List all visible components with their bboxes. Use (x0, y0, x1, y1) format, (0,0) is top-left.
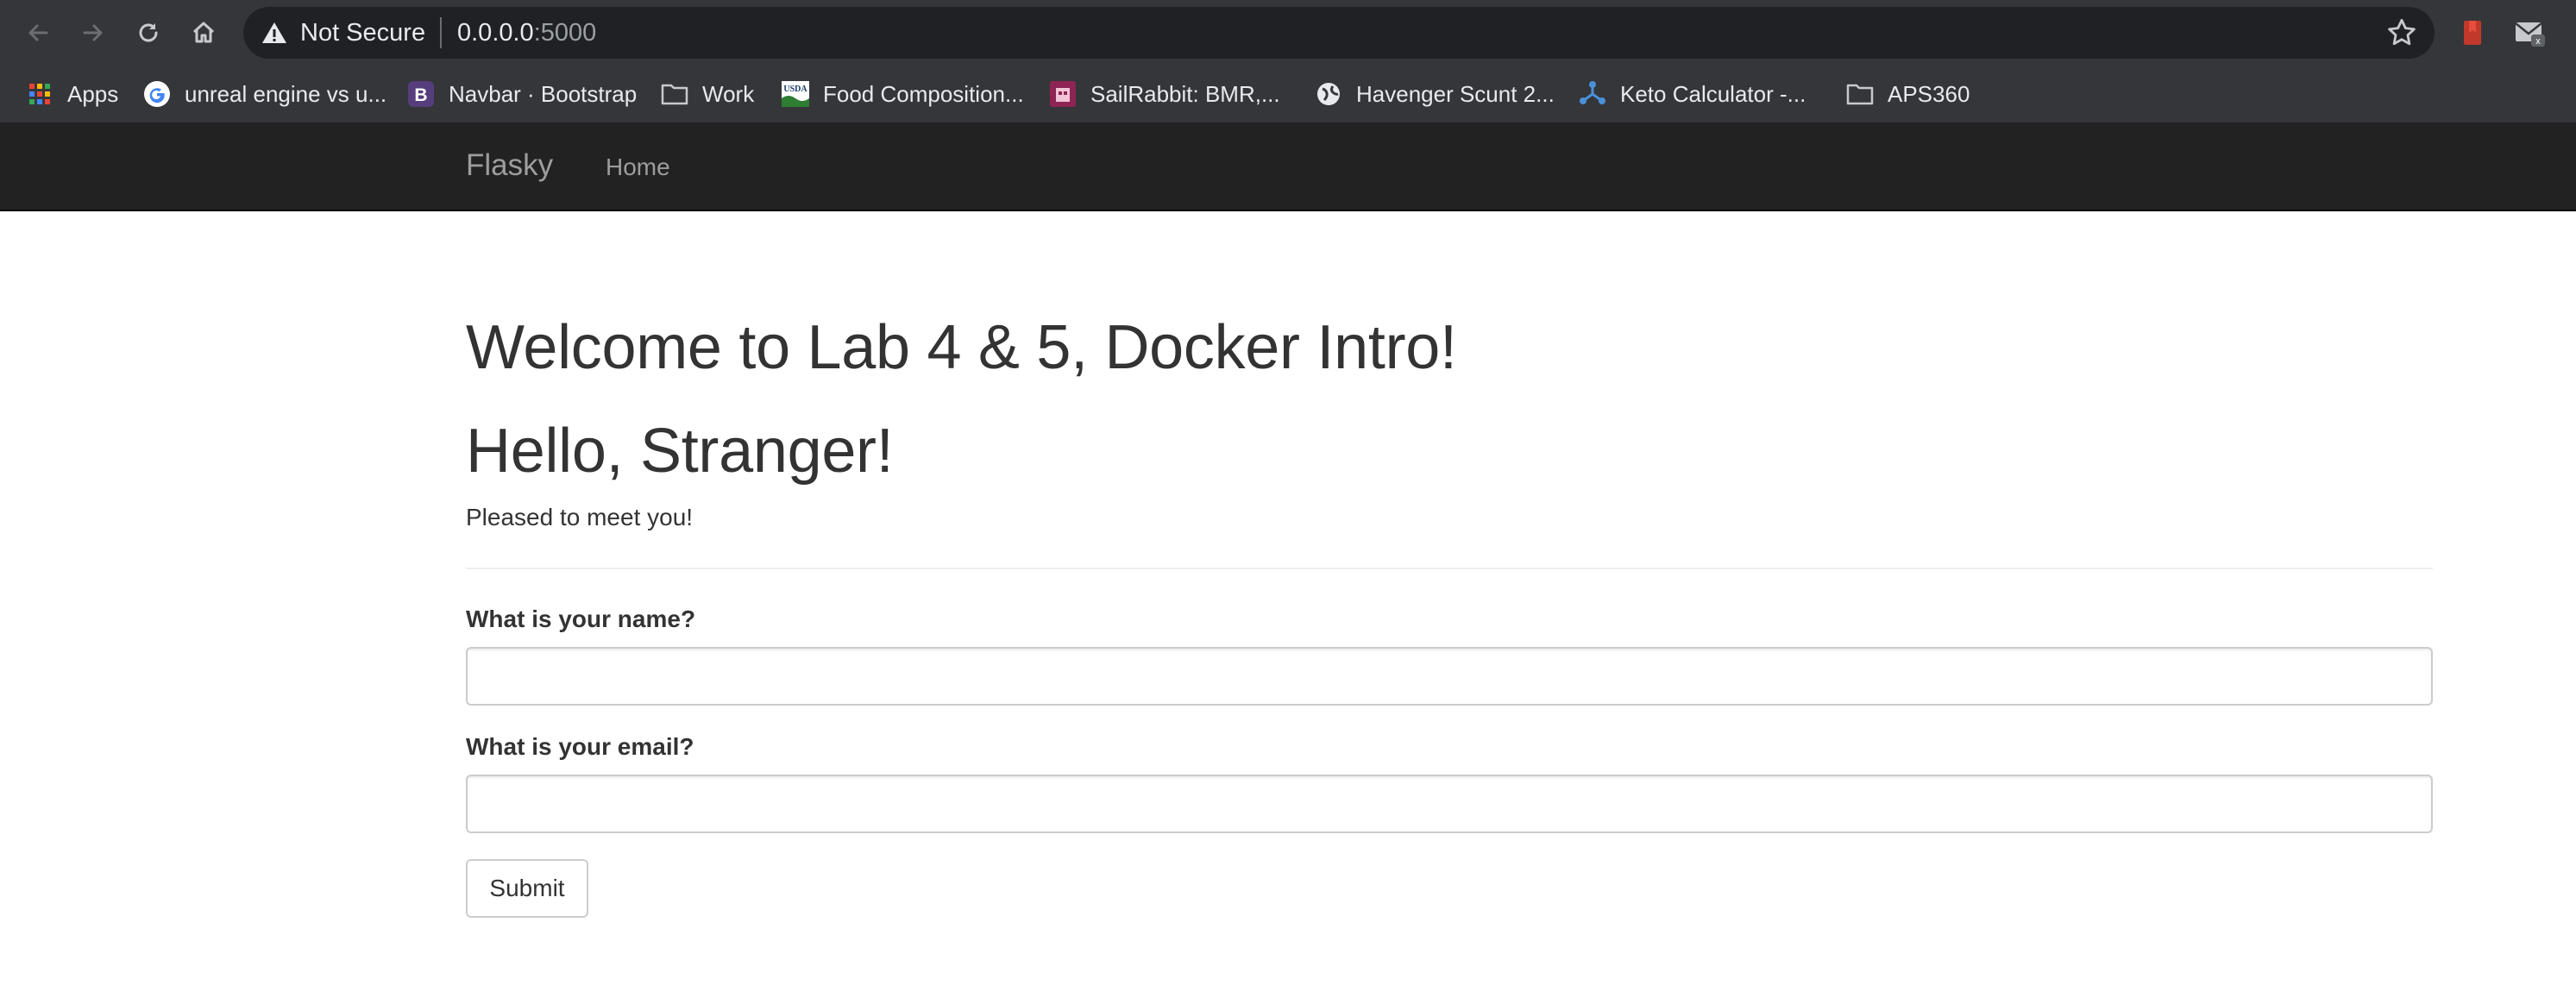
globe-icon (1315, 80, 1342, 108)
name-input[interactable] (466, 647, 2433, 706)
reload-button[interactable] (128, 12, 169, 53)
browser-toolbar: Not Secure 0.0.0.0:5000 x (0, 0, 2576, 66)
email-input[interactable] (466, 775, 2433, 833)
mail-extension-icon[interactable]: x (2512, 16, 2547, 50)
bookmarks-bar: Apps unreal engine vs u... B Navbar · Bo… (0, 66, 2576, 122)
greeting-heading: Hello, Stranger! (466, 417, 894, 486)
bookmark-unreal-engine[interactable]: unreal engine vs u... (143, 78, 386, 110)
reload-icon (139, 23, 158, 42)
url-text[interactable]: 0.0.0.0:5000 (457, 17, 596, 48)
bookmark-work[interactable]: Work (661, 78, 754, 110)
apps-grid-icon (26, 80, 53, 108)
bookmark-label: Food Composition... (823, 80, 1024, 107)
omnibox-separator (440, 17, 442, 48)
warning-icon (262, 22, 286, 43)
bookmark-label: SailRabbit: BMR,... (1090, 80, 1280, 107)
sailrabbit-icon (1049, 80, 1077, 108)
greeting-subtext: Pleased to meet you! (466, 504, 694, 530)
svg-text:x: x (2535, 36, 2541, 47)
email-label: What is your email? (466, 733, 694, 760)
bookmark-label: unreal engine vs u... (185, 80, 387, 107)
svg-text:B: B (414, 85, 427, 105)
nav-link-home[interactable]: Home (606, 150, 670, 185)
bookmark-food-composition[interactable]: USDA Food Composition... (782, 78, 1024, 110)
bookmark-label: Work (702, 80, 755, 107)
name-label: What is your name? (466, 606, 696, 632)
bookmark-navbar-bootstrap[interactable]: B Navbar · Bootstrap (407, 78, 637, 110)
bookmark-label: Apps (67, 80, 119, 107)
folder-icon (1846, 80, 1874, 108)
keto-icon (1579, 80, 1606, 108)
navbar-brand[interactable]: Flasky (466, 147, 553, 185)
bootstrap-icon: B (407, 80, 435, 108)
home-icon (192, 22, 215, 43)
forward-arrow-icon (83, 24, 103, 41)
security-status[interactable]: Not Secure (300, 17, 425, 48)
site-navbar: Flasky Home (0, 122, 2576, 211)
url-host: 0.0.0.0 (457, 19, 534, 47)
bookmark-label: Keto Calculator -... (1620, 80, 1806, 107)
bookmark-label: Havenger Scunt 2... (1356, 80, 1555, 107)
bookmark-star-icon[interactable] (2386, 17, 2417, 48)
home-button[interactable] (183, 12, 224, 53)
divider (466, 568, 2433, 569)
usda-icon: USDA (782, 80, 809, 108)
forward-button[interactable] (72, 12, 114, 53)
bookmark-aps360[interactable]: APS360 (1846, 78, 1970, 110)
back-arrow-icon (28, 24, 48, 41)
bookmark-label: APS360 (1888, 80, 1970, 107)
back-button[interactable] (17, 12, 59, 53)
bookmark-apps[interactable]: Apps (26, 78, 118, 110)
folder-icon (661, 80, 688, 108)
submit-button[interactable]: Submit (466, 859, 588, 918)
url-port: :5000 (533, 19, 597, 47)
bookmark-label: Navbar · Bootstrap (449, 80, 638, 107)
address-bar[interactable]: Not Secure 0.0.0.0:5000 (243, 7, 2435, 59)
extension-bookmark-icon[interactable] (2455, 16, 2490, 50)
page-title: Welcome to Lab 4 & 5, Docker Intro! (466, 313, 1457, 382)
bookmark-havenger-scunt[interactable]: Havenger Scunt 2... (1315, 78, 1555, 110)
google-icon (143, 80, 171, 108)
bookmark-sailrabbit[interactable]: SailRabbit: BMR,... (1049, 78, 1280, 110)
svg-text:USDA: USDA (783, 85, 807, 94)
bookmark-keto-calculator[interactable]: Keto Calculator -... (1579, 78, 1806, 110)
